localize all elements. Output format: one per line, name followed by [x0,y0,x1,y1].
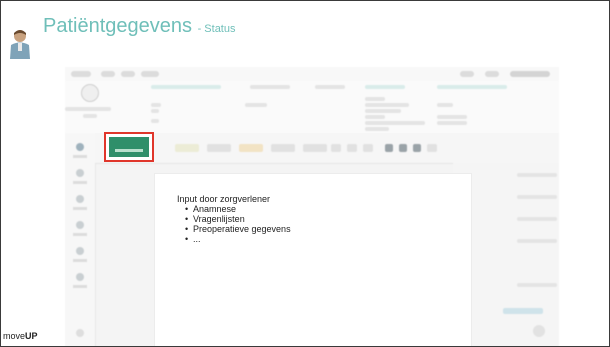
nav-icon [76,221,84,229]
slide-title-subtitle: - Status [197,23,236,35]
slide-frame: Patiëntgegevens - Status Input door zorg… [0,0,610,347]
brand-prefix: move [3,331,26,341]
slide-title-main: Patiëntgegevens [43,15,193,37]
card-list-item: Vragenlijsten [185,214,291,224]
brand-logo: moveUP [3,331,38,341]
nav-icon [76,169,84,177]
slide-title: Patiëntgegevens - Status [43,15,235,38]
card-list-item: Anamnese [185,204,291,214]
nav-icon [76,195,84,203]
info-card-content: Input door zorgverlener Anamnese Vragenl… [177,194,291,244]
info-card: Input door zorgverlener Anamnese Vragenl… [154,173,472,346]
clinician-avatar-icon [10,30,30,59]
card-list-item: Preoperatieve gegevens [185,224,291,234]
nav-icon [76,329,84,337]
nav-icon [76,273,84,281]
app-left-nav [65,133,96,346]
patient-header [65,81,559,134]
brand-suffix: UP [25,331,38,341]
status-button-fill [109,137,149,157]
card-list-item: ... [185,234,291,244]
status-button[interactable] [104,132,154,162]
nav-icon [76,143,84,151]
app-toolbar [95,133,559,164]
nav-icon [76,247,84,255]
card-list: Anamnese Vragenlijsten Preoperatieve geg… [177,204,291,244]
card-heading: Input door zorgverlener [177,194,271,204]
app-topbar [65,67,559,82]
